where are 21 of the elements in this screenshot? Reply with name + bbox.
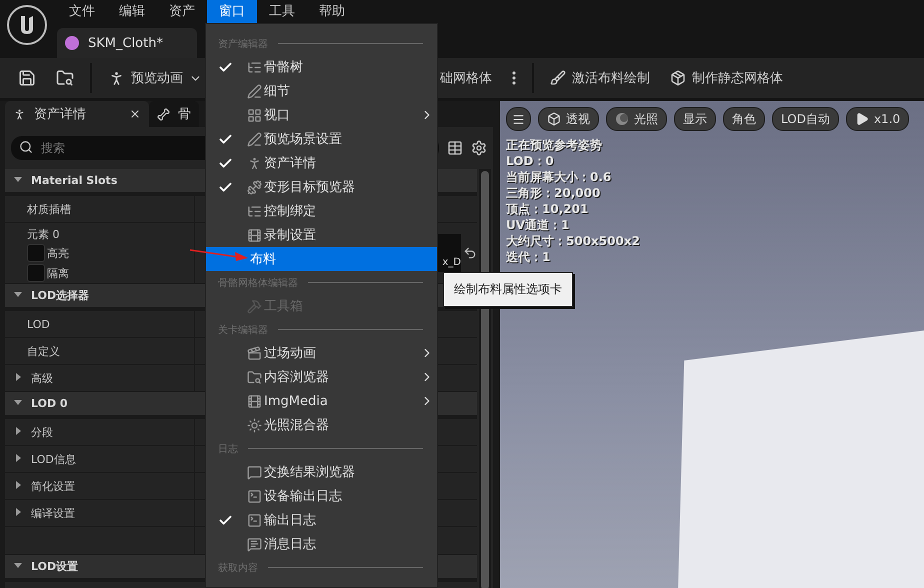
section-title: LOD选择器 xyxy=(31,288,90,303)
stat-text: 三角形：20,000 xyxy=(506,185,602,201)
stat-text: 正在预览参考姿势 xyxy=(506,137,603,153)
tab-label: 资产详情 xyxy=(34,106,87,123)
stat-text: 迭代：1 xyxy=(506,249,552,265)
element-label: 元素 0 xyxy=(27,227,60,242)
tooltip: 绘制布料属性选项卡 xyxy=(443,272,573,307)
section-title: LOD 0 xyxy=(31,397,68,410)
section-title: LOD设置 xyxy=(31,559,78,574)
stat-text: UV通道：1 xyxy=(506,217,570,233)
property-label: LOD xyxy=(27,318,50,330)
tab-label: 骨 xyxy=(178,106,191,123)
stat-text: 当前屏幕大小：0.6 xyxy=(506,169,612,185)
checkbox-label: 高亮 xyxy=(47,246,69,260)
property-label: 材质插槽 xyxy=(27,202,71,216)
section-title: Material Slots xyxy=(31,174,118,187)
stat-text: 顶点：10,201 xyxy=(506,201,590,217)
property-label: 自定义 xyxy=(27,344,60,358)
checkbox-label: 隔离 xyxy=(47,266,69,280)
stat-text: 大约尺寸：500x500x2 xyxy=(506,233,641,249)
stat-text: LOD：0 xyxy=(506,153,555,169)
